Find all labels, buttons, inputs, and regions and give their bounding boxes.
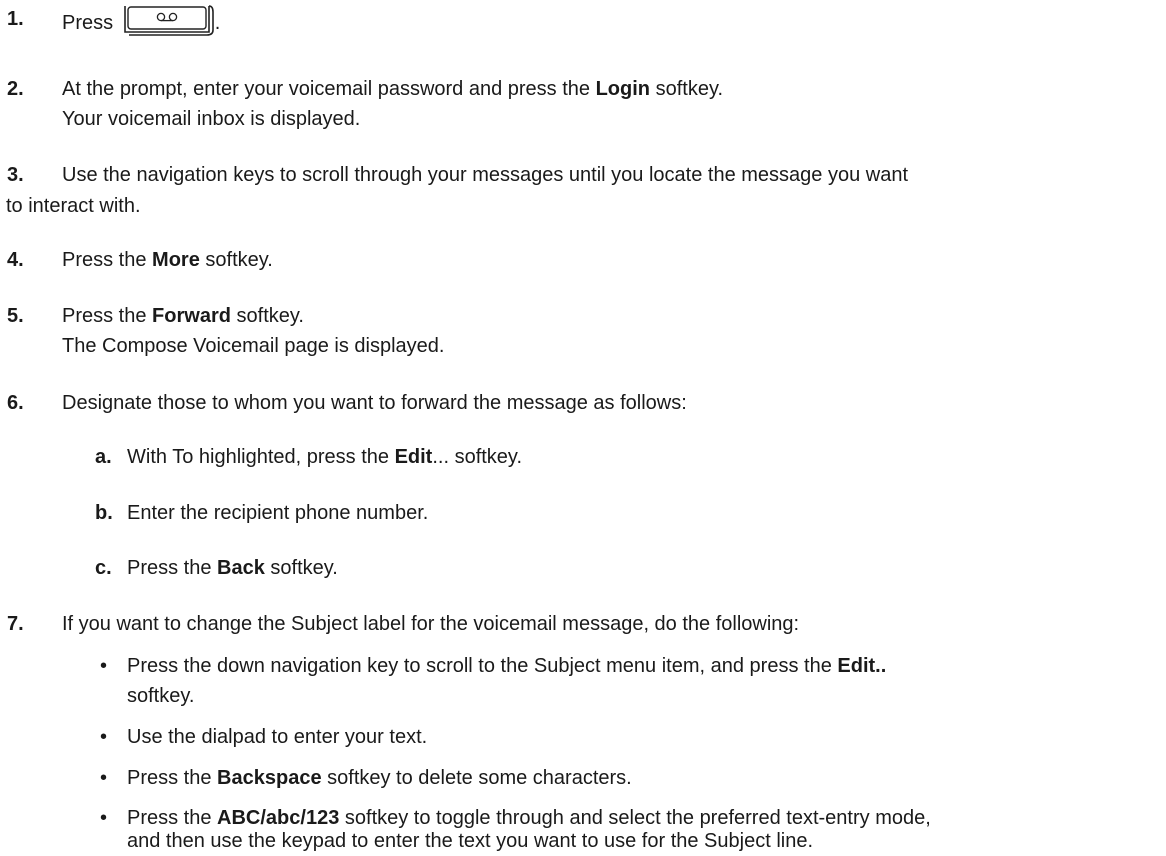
forward-softkey-label: Forward bbox=[152, 305, 231, 327]
step-text: Press bbox=[62, 12, 119, 34]
substep-label: b. bbox=[95, 502, 113, 524]
edit-softkey-label: Edit.. bbox=[837, 655, 887, 677]
back-softkey-label: Back bbox=[217, 557, 265, 579]
step-number: 4. bbox=[7, 249, 24, 271]
bullet-icon: • bbox=[100, 655, 108, 677]
substep-label: c. bbox=[95, 557, 112, 579]
login-softkey-label: Login bbox=[595, 78, 651, 100]
step-text-end: . bbox=[214, 12, 221, 34]
step-number: 7. bbox=[7, 613, 24, 635]
step-number: 6. bbox=[7, 392, 24, 414]
step-number: 1. bbox=[7, 8, 24, 30]
backspace-softkey-label: Backspace bbox=[217, 767, 322, 789]
edit-softkey-label: Edit bbox=[394, 446, 433, 468]
step-number: 2. bbox=[7, 78, 24, 100]
voicemail-key-icon bbox=[121, 4, 215, 36]
bullet-icon: • bbox=[100, 767, 108, 789]
step-number: 5. bbox=[7, 305, 24, 327]
more-softkey-label: More bbox=[152, 249, 200, 271]
bullet-icon: • bbox=[100, 807, 108, 829]
step-number: 3. bbox=[7, 164, 24, 186]
substep-label: a. bbox=[95, 446, 112, 468]
bullet-icon: • bbox=[100, 726, 108, 748]
